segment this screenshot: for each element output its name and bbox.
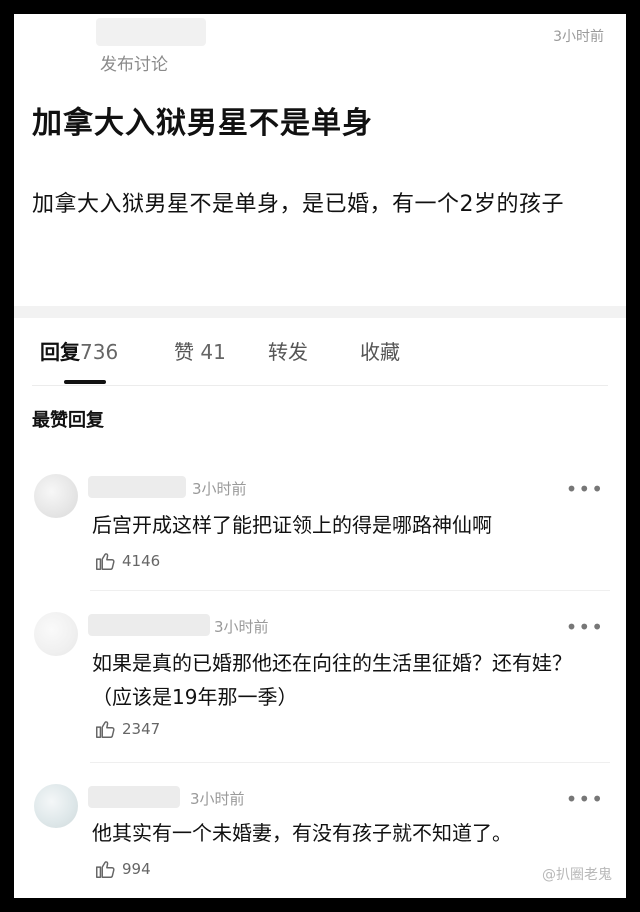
comment-time: 3小时前 [190,790,245,808]
post-type-label: 发布讨论 [100,55,168,75]
like-button[interactable]: 994 [94,858,151,880]
tab-bar: 回复736 赞 41 转发 收藏 [14,336,626,386]
comment-divider [90,762,610,763]
post-time: 3小时前 [553,29,604,45]
comment-text: 如果是真的已婚那他还在向往的生活里征婚？还有娃？（应该是19年那一季） [92,651,572,709]
comment-text: 后宫开成这样了能把证领上的得是哪路神仙啊 [92,513,492,537]
comment-item: 3小时前 ••• 他其实有一个未婚妻，有没有孩子就不知道了。 994 [14,774,626,898]
tab-favorites-label: 收藏 [360,340,400,364]
comment-time: 3小时前 [192,480,247,498]
thumbs-up-icon [96,861,115,878]
like-count: 4146 [122,552,161,570]
active-tab-indicator [64,380,106,384]
tab-replies-count: 736 [80,340,119,364]
more-dots-icon[interactable]: ••• [566,479,604,499]
section-title: 最赞回复 [32,410,104,431]
like-count: 2347 [122,720,161,738]
like-button[interactable]: 4146 [94,550,160,572]
avatar[interactable] [34,612,78,656]
tab-likes-count: 41 [200,340,226,364]
tab-favorites[interactable]: 收藏 [360,336,400,365]
tab-reposts-label: 转发 [268,340,308,364]
comment-divider [90,590,610,591]
thumbs-up-icon [96,721,115,738]
watermark: @扒圈老鬼 [542,867,612,883]
like-button[interactable]: 2347 [94,718,160,740]
tab-reposts[interactable]: 转发 [268,336,308,365]
commenter-name-blurred[interactable] [88,476,186,498]
commenter-name-blurred[interactable] [88,786,180,808]
comment-item: 3小时前 ••• 后宫开成这样了能把证领上的得是哪路神仙啊 4146 [14,466,626,592]
more-dots-icon[interactable]: ••• [566,789,604,809]
post-title: 加拿大入狱男星不是单身 [32,106,373,141]
post-body: 加拿大入狱男星不是单身，是已婚，有一个2岁的孩子 [32,192,564,217]
tab-likes[interactable]: 赞 41 [174,336,226,365]
tab-replies[interactable]: 回复736 [40,336,118,365]
post-card: 发布讨论 3小时前 加拿大入狱男星不是单身 加拿大入狱男星不是单身，是已婚，有一… [14,14,626,306]
commenter-name-blurred[interactable] [88,614,210,636]
more-dots-icon[interactable]: ••• [566,617,604,637]
avatar[interactable] [34,474,78,518]
thumbs-up-icon [96,553,115,570]
comment-item: 3小时前 ••• 如果是真的已婚那他还在向往的生活里征婚？还有娃？（应该是19年… [14,604,626,764]
tab-divider [32,385,608,386]
screenshot-frame: 发布讨论 3小时前 加拿大入狱男星不是单身 加拿大入狱男星不是单身，是已婚，有一… [14,14,626,898]
author-name-blurred[interactable] [96,18,206,46]
avatar[interactable] [34,784,78,828]
like-count: 994 [122,860,151,878]
section-divider [14,306,626,318]
comment-time: 3小时前 [214,618,269,636]
tab-likes-label: 赞 [174,340,194,364]
comment-text: 他其实有一个未婚妻，有没有孩子就不知道了。 [92,821,512,845]
tab-replies-label: 回复 [40,340,80,364]
